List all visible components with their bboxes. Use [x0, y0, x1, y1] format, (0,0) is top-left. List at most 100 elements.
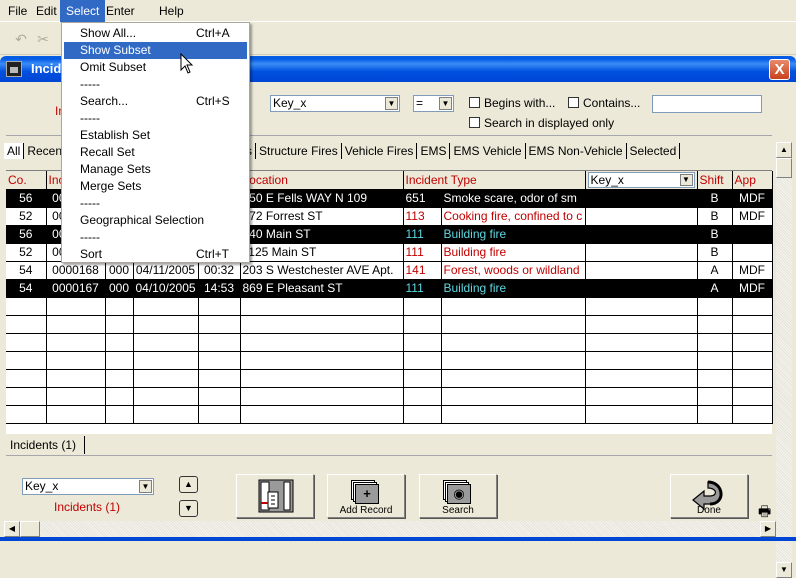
close-button[interactable]: X	[769, 59, 790, 80]
menu-item-sort[interactable]: Sort Ctrl+T	[64, 246, 247, 263]
checkbox-box[interactable]	[469, 97, 480, 108]
empty-cell	[198, 315, 241, 334]
tab-selected[interactable]: Selected	[627, 143, 681, 159]
table-row[interactable]: 54 0000168 000 04/11/2005 00:32 203 S Westche…	[6, 261, 773, 280]
done-button[interactable]: Done	[670, 474, 748, 518]
cell-type-desc: Smoke scare, odor of sm	[441, 189, 586, 208]
search-button[interactable]: ◉ Search	[419, 474, 497, 518]
col-shift[interactable]: Shift	[697, 171, 733, 190]
empty-cell	[240, 387, 404, 406]
table-row[interactable]: 54 0000167 000 04/10/2005 14:53 869 E Pleasan…	[6, 279, 773, 298]
col-key-combo[interactable]: Key_x ▼	[585, 171, 698, 190]
hscroll-thumb[interactable]	[20, 521, 40, 537]
search-field-combo[interactable]: Key_x ▼	[270, 95, 400, 112]
tab-all[interactable]: All	[4, 143, 25, 159]
key-column-combo[interactable]: Key_x ▼	[587, 171, 695, 188]
menu-help[interactable]: Help	[153, 0, 190, 22]
empty-cell	[105, 405, 134, 424]
tab-ems[interactable]: EMS	[417, 143, 451, 159]
key-column-value: Key_x	[590, 172, 624, 187]
empty-cell	[585, 333, 698, 352]
search-value-input[interactable]	[652, 95, 762, 113]
col-incident-type[interactable]: Incident Type	[403, 171, 586, 190]
scroll-up-button[interactable]: ▲	[776, 142, 792, 158]
empty-cell	[441, 315, 586, 334]
tab-ems-non-vehicle[interactable]: EMS Non-Vehicle	[526, 143, 627, 159]
contains-label: Contains...	[583, 96, 641, 110]
cut-icon[interactable]: ✂	[34, 31, 52, 47]
cell-co: 54	[6, 261, 47, 280]
begins-with-checkbox[interactable]: Begins with...	[469, 96, 555, 111]
menu-item-label: -----	[80, 77, 100, 91]
horizontal-scrollbar[interactable]: ◀ ▶	[4, 521, 776, 537]
empty-cell	[240, 369, 404, 388]
command-button[interactable]	[236, 474, 314, 518]
empty-cell	[732, 315, 773, 334]
menu-file[interactable]: File	[2, 0, 33, 22]
menu-item-show-subset[interactable]: Show Subset	[64, 42, 247, 59]
scroll-right-button[interactable]: ▶	[760, 521, 776, 537]
menu-item-establish-set[interactable]: Establish Set	[64, 127, 247, 144]
cell-location: 150 E Fells WAY N 109	[240, 189, 404, 208]
tab-vehicle-fires[interactable]: Vehicle Fires	[342, 143, 418, 159]
empty-cell	[697, 369, 733, 388]
scroll-down-button[interactable]: ▼	[776, 562, 792, 578]
checkbox-box[interactable]	[469, 117, 480, 128]
chevron-down-icon[interactable]: ▼	[139, 480, 152, 493]
menu-edit[interactable]: Edit	[30, 0, 63, 22]
cell-exp: 000	[105, 261, 134, 280]
empty-cell	[403, 315, 442, 334]
tab-ems-vehicle[interactable]: EMS Vehicle	[450, 143, 526, 159]
cell-co: 52	[6, 207, 47, 226]
col-app[interactable]: App	[732, 171, 773, 190]
operator-value: =	[416, 96, 424, 110]
empty-table-row	[6, 315, 773, 334]
menu-item-manage-sets[interactable]: Manage Sets	[64, 161, 247, 178]
chevron-down-icon[interactable]: ▼	[679, 173, 693, 186]
menu-enter[interactable]: Enter	[100, 0, 141, 22]
tab-structure-fires[interactable]: Structure Fires	[256, 143, 342, 159]
menu-item-omit-subset[interactable]: Omit Subset	[64, 59, 247, 76]
displayed-only-label: Search in displayed only	[484, 116, 615, 130]
bottom-field-combo[interactable]: Key_x ▼	[22, 478, 154, 495]
previous-record-button[interactable]: ▲	[179, 476, 198, 493]
contains-checkbox[interactable]: Contains...	[568, 96, 640, 111]
menu-item-search[interactable]: Search... Ctrl+S	[64, 93, 247, 110]
empty-cell	[732, 333, 773, 352]
menu-item-merge-sets[interactable]: Merge Sets	[64, 178, 247, 195]
empty-cell	[105, 387, 134, 406]
menu-item-recall-set[interactable]: Recall Set	[64, 144, 247, 161]
cell-app: MDF	[732, 189, 773, 208]
col-location[interactable]: Location	[240, 171, 404, 190]
cell-type-desc: Forest, woods or wildland	[441, 261, 586, 280]
arrow-up-icon: ▲	[184, 479, 193, 489]
operator-combo[interactable]: = ▼	[413, 95, 454, 112]
empty-cell	[697, 351, 733, 370]
menu-item-label: -----	[80, 230, 100, 244]
cell-shift: B	[697, 225, 733, 244]
menu-select[interactable]: Select	[60, 0, 106, 22]
menu-item-label: Show All...	[80, 26, 137, 40]
displayed-only-checkbox[interactable]: Search in displayed only	[469, 116, 614, 131]
set-tab-incidents[interactable]: Incidents (1)	[6, 436, 86, 454]
search-field-value: Key_x	[273, 96, 307, 110]
chevron-down-icon[interactable]: ▼	[439, 97, 452, 110]
scroll-left-button[interactable]: ◀	[4, 521, 20, 537]
menu-item-geographical-selection[interactable]: Geographical Selection	[64, 212, 247, 229]
checkbox-box[interactable]	[568, 97, 579, 108]
empty-cell	[198, 333, 241, 352]
scroll-thumb[interactable]	[776, 158, 792, 178]
undo-icon[interactable]: ↶	[12, 31, 30, 47]
cell-type-code: 111	[403, 243, 442, 262]
col-co[interactable]: Co.	[6, 171, 47, 190]
cell-key	[585, 225, 698, 244]
chevron-down-icon[interactable]: ▼	[385, 97, 398, 110]
begins-with-label: Begins with...	[484, 96, 556, 110]
next-record-button[interactable]: ▼	[179, 500, 198, 517]
vertical-scrollbar[interactable]: ▲ ▼	[776, 142, 792, 578]
add-record-button[interactable]: + Add Record	[327, 474, 405, 518]
empty-cell	[585, 405, 698, 424]
menu-item-label: Merge Sets	[80, 179, 142, 193]
menu-item-show-all[interactable]: Show All... Ctrl+A	[64, 25, 247, 42]
empty-cell	[585, 315, 698, 334]
